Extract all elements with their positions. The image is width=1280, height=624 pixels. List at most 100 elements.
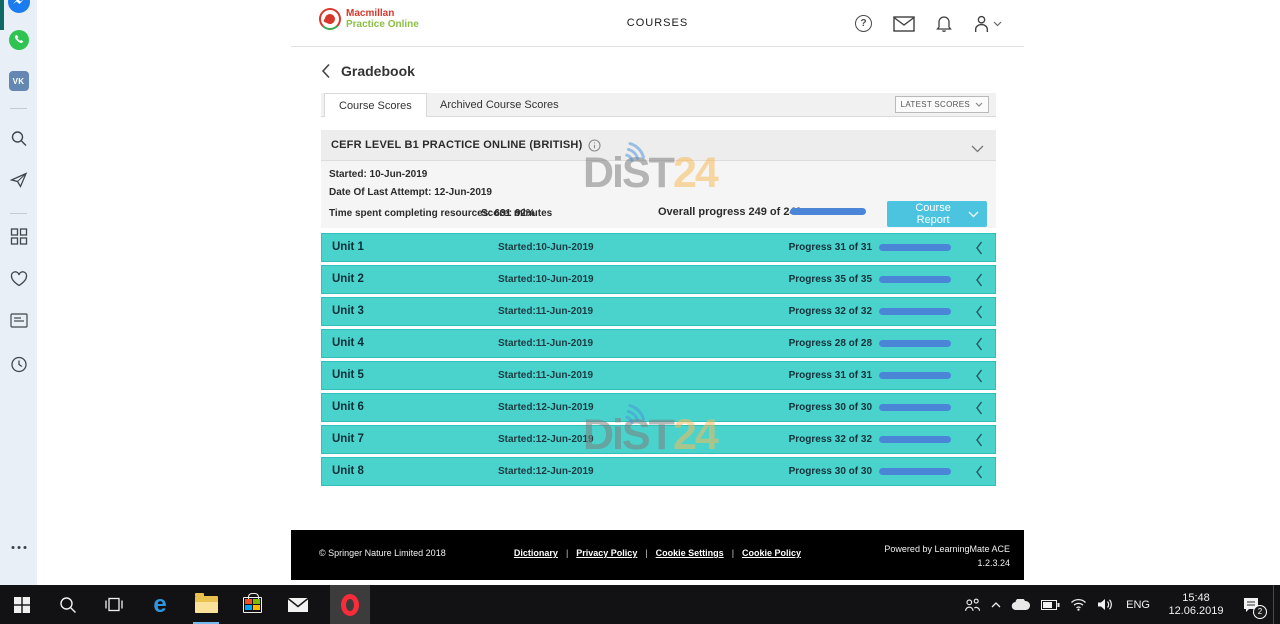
chevron-down-icon[interactable]: [971, 140, 984, 158]
start-button[interactable]: [8, 585, 36, 624]
battery-icon[interactable]: [1041, 600, 1060, 610]
notifications-bell-icon[interactable]: [936, 14, 952, 33]
chevron-down-icon: [968, 211, 979, 218]
chevron-down-icon: [993, 21, 1002, 27]
unit-progress: Progress 32 of 32: [789, 306, 872, 317]
unit-progress-bar: [879, 340, 951, 347]
unit-started: Started:12-Jun-2019: [498, 466, 594, 477]
course-details: Started: 10-Jun-2019 Date Of Last Attemp…: [321, 161, 996, 228]
unit-started: Started:11-Jun-2019: [498, 338, 593, 349]
speed-dial-grid-icon[interactable]: [10, 228, 27, 245]
sidebar-more-icon[interactable]: [11, 546, 26, 549]
header-icons: ?: [855, 0, 1002, 47]
vk-icon[interactable]: VK: [9, 71, 29, 91]
unit-row[interactable]: Unit 6 Started:12-Jun-2019 Progress 30 o…: [321, 393, 996, 422]
tab-course-scores[interactable]: Course Scores: [324, 93, 427, 117]
edge-glyph: e: [153, 593, 166, 617]
unit-name: Unit 2: [332, 273, 364, 285]
unit-started: Started:10-Jun-2019: [498, 274, 594, 285]
unit-progress-bar: [879, 468, 951, 475]
gradebook-header: Gradebook: [321, 63, 415, 79]
unit-row[interactable]: Unit 8 Started:12-Jun-2019 Progress 30 o…: [321, 457, 996, 486]
messages-envelope-icon[interactable]: [893, 16, 915, 32]
footer-link-cookie-policy[interactable]: Cookie Policy: [742, 548, 801, 558]
unit-row[interactable]: Unit 7 Started:12-Jun-2019 Progress 32 o…: [321, 425, 996, 454]
tab-archived-course-scores[interactable]: Archived Course Scores: [426, 93, 573, 117]
course-report-button[interactable]: Course Report: [887, 201, 987, 227]
my-flow-send-icon[interactable]: [10, 172, 28, 188]
taskbar-date: 12.06.2019: [1163, 605, 1229, 618]
tray-chevron-up-icon[interactable]: [991, 602, 1001, 608]
latest-scores-dropdown[interactable]: LATEST SCORES: [895, 96, 989, 113]
course-card: CEFR LEVEL B1 PRACTICE ONLINE (BRITISH) …: [321, 130, 996, 228]
powered-by: Powered by LearningMate ACE 1.2.3.24: [884, 542, 1010, 570]
wifi-icon[interactable]: [1070, 598, 1087, 611]
file-explorer-taskbar-icon[interactable]: [192, 585, 220, 624]
help-glyph: ?: [860, 18, 866, 29]
profile-menu[interactable]: [973, 15, 1002, 33]
footer-link-dictionary[interactable]: Dictionary: [514, 548, 558, 558]
unit-progress-bar: [879, 276, 951, 283]
unit-row[interactable]: Unit 5 Started:11-Jun-2019 Progress 31 o…: [321, 361, 996, 390]
store-icon: [243, 597, 262, 613]
mail-taskbar-icon[interactable]: [284, 585, 312, 624]
language-indicator[interactable]: ENG: [1123, 599, 1153, 611]
unit-started: Started:10-Jun-2019: [498, 242, 594, 253]
taskbar-search-icon[interactable]: [54, 585, 82, 624]
unit-row[interactable]: Unit 4 Started:11-Jun-2019 Progress 28 o…: [321, 329, 996, 358]
unit-row[interactable]: Unit 1 Started:10-Jun-2019 Progress 31 o…: [321, 233, 996, 262]
unit-progress-bar: [879, 372, 951, 379]
browser-sidebar: VK: [0, 0, 37, 585]
chevron-left-icon[interactable]: [975, 273, 983, 287]
unit-progress: Progress 35 of 35: [789, 274, 872, 285]
corner-accent: [0, 0, 4, 30]
course-card-header[interactable]: CEFR LEVEL B1 PRACTICE ONLINE (BRITISH): [321, 130, 996, 161]
opera-taskbar-icon[interactable]: [330, 585, 370, 624]
back-chevron-icon[interactable]: [321, 63, 331, 79]
chevron-left-icon[interactable]: [975, 337, 983, 351]
taskbar-time: 15:48: [1163, 592, 1229, 605]
screen: VK Macmillan Prac: [0, 0, 1280, 624]
people-tray-icon[interactable]: [964, 598, 981, 612]
chevron-left-icon[interactable]: [975, 465, 983, 479]
taskbar-clock[interactable]: 15:48 12.06.2019: [1163, 592, 1229, 618]
chevron-left-icon[interactable]: [975, 433, 983, 447]
gradebook-title: Gradebook: [341, 63, 415, 79]
task-view-icon[interactable]: [100, 585, 128, 624]
folder-icon: [195, 596, 218, 613]
whatsapp-icon[interactable]: [9, 30, 29, 50]
chevron-left-icon[interactable]: [975, 401, 983, 415]
unit-list: Unit 1 Started:10-Jun-2019 Progress 31 o…: [321, 233, 996, 489]
unit-row[interactable]: Unit 3 Started:11-Jun-2019 Progress 32 o…: [321, 297, 996, 326]
chevron-down-icon: [975, 102, 983, 107]
edge-taskbar-icon[interactable]: e: [146, 585, 174, 624]
news-icon[interactable]: [10, 313, 28, 328]
volume-icon[interactable]: [1097, 598, 1113, 611]
unit-started: Started:12-Jun-2019: [498, 434, 594, 445]
unit-name: Unit 3: [332, 305, 364, 317]
info-icon[interactable]: [588, 139, 601, 152]
show-desktop-button[interactable]: [1273, 585, 1278, 624]
site-header: Macmillan Practice Online COURSES ?: [291, 0, 1024, 47]
help-icon[interactable]: ?: [855, 15, 872, 32]
chevron-left-icon[interactable]: [975, 305, 983, 319]
course-report-label: Course Report: [898, 202, 968, 226]
unit-row[interactable]: Unit 2 Started:10-Jun-2019 Progress 35 o…: [321, 265, 996, 294]
bookmarks-heart-icon[interactable]: [10, 271, 28, 287]
chevron-left-icon[interactable]: [975, 241, 983, 255]
unit-progress-bar: [879, 436, 951, 443]
action-center-icon[interactable]: 2: [1239, 593, 1263, 617]
footer-link-cookie-settings[interactable]: Cookie Settings: [656, 548, 724, 558]
unit-progress: Progress 30 of 30: [789, 466, 872, 477]
store-taskbar-icon[interactable]: [238, 585, 266, 624]
unit-name: Unit 1: [332, 241, 364, 253]
history-clock-icon[interactable]: [10, 356, 27, 373]
unit-started: Started:11-Jun-2019: [498, 306, 593, 317]
onedrive-cloud-icon[interactable]: [1011, 599, 1031, 611]
footer-link-privacy-policy[interactable]: Privacy Policy: [576, 548, 637, 558]
profile-icon: [973, 15, 990, 33]
course-last-attempt: Date Of Last Attempt: 12-Jun-2019: [329, 187, 492, 198]
sidebar-search-icon[interactable]: [10, 130, 27, 147]
messenger-icon[interactable]: [8, 0, 30, 13]
chevron-left-icon[interactable]: [975, 369, 983, 383]
